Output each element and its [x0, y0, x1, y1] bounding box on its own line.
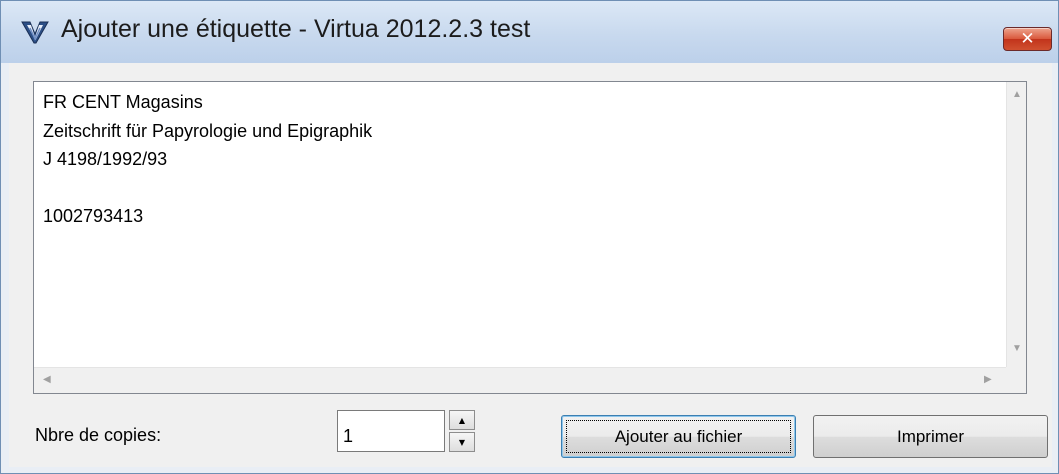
title-bar[interactable]: Ajouter une étiquette - Virtua 2012.2.3 … [1, 1, 1058, 63]
focus-ring [566, 420, 791, 453]
close-icon: ✕ [1020, 29, 1035, 49]
label-line-2: Zeitschrift für Papyrologie und Epigraph… [43, 120, 373, 141]
scroll-right-icon[interactable]: ▶ [984, 375, 992, 385]
spin-up-button[interactable]: ▲ [449, 410, 475, 430]
label-line-3: J 4198/1992/93 [43, 149, 168, 169]
dialog-window: Ajouter une étiquette - Virtua 2012.2.3 … [0, 0, 1059, 474]
label-text-content: FR CENT Magasins Zeitschrift für Papyrolo… [43, 88, 983, 352]
close-button[interactable]: ✕ [1003, 27, 1052, 51]
copies-spinner[interactable]: ▲ ▼ [449, 410, 475, 452]
vertical-scrollbar[interactable]: ▲ ▼ [1006, 82, 1026, 367]
add-to-file-button[interactable]: Ajouter au fichier [561, 415, 796, 458]
dialog-body: FR CENT Magasins Zeitschrift für Papyrolo… [9, 63, 1052, 467]
horizontal-scrollbar[interactable]: ◀ ▶ [34, 367, 1006, 393]
label-line-4 [43, 174, 983, 203]
spin-down-button[interactable]: ▼ [449, 432, 475, 452]
window-title: Ajouter une étiquette - Virtua 2012.2.3 … [61, 15, 531, 43]
scroll-left-icon[interactable]: ◀ [43, 375, 51, 385]
spin-up-icon: ▲ [458, 415, 466, 425]
print-label: Imprimer [896, 426, 965, 446]
label-line-5: 1002793413 [43, 206, 144, 226]
label-line-1: FR CENT Magasins [43, 92, 203, 112]
scroll-up-icon[interactable]: ▲ [1012, 90, 1022, 100]
scroll-down-icon[interactable]: ▼ [1012, 344, 1022, 354]
label-text-area[interactable]: FR CENT Magasins Zeitschrift für Papyrolo… [33, 81, 1027, 394]
copies-input[interactable] [337, 410, 445, 452]
spin-down-icon: ▼ [458, 437, 466, 447]
print-button[interactable]: Imprimer [813, 415, 1048, 458]
scrollbar-corner [1006, 367, 1026, 393]
virtua-app-icon [21, 21, 49, 44]
copies-label: Nbre de copies: [35, 425, 162, 445]
